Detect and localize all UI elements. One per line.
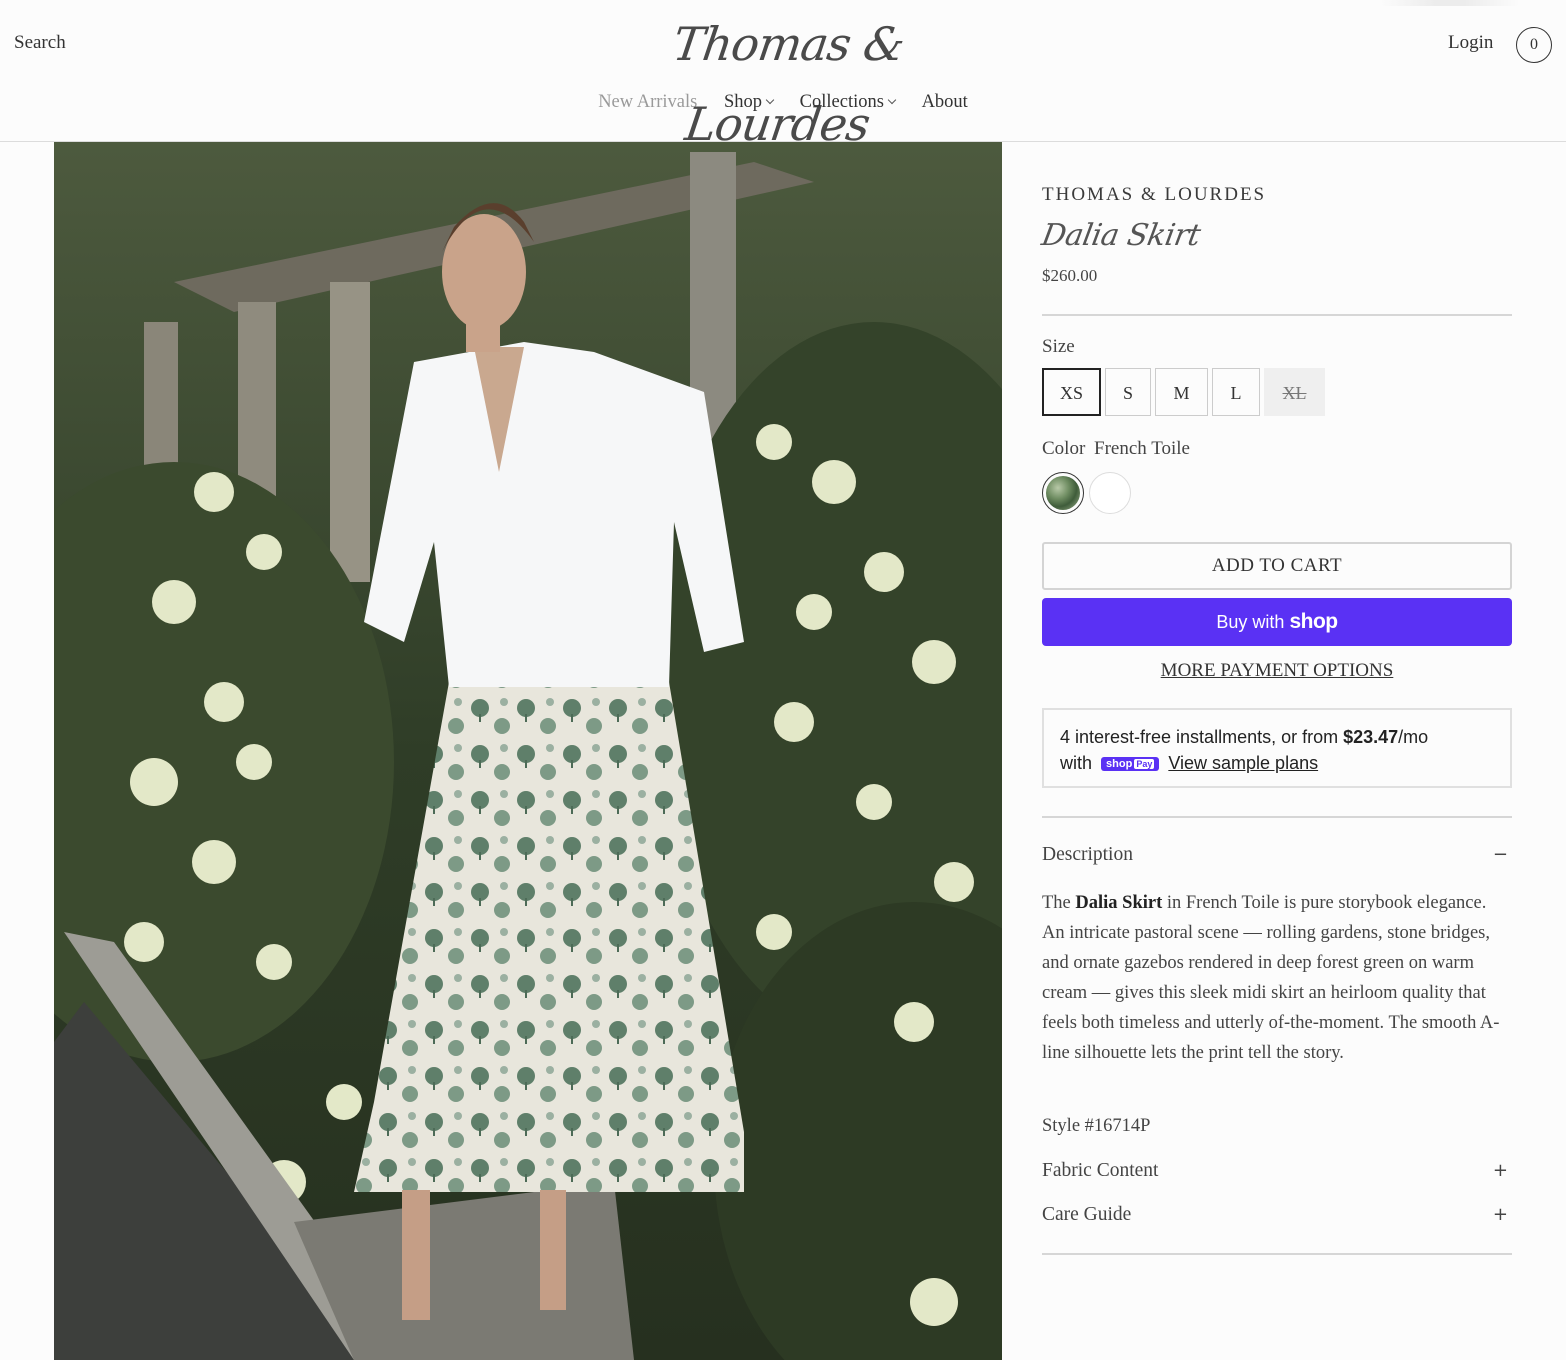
- divider: [1042, 816, 1512, 818]
- style-number: Style #16714P: [1042, 1116, 1151, 1136]
- chevron-down-icon: [887, 95, 897, 105]
- color-value: French Toile: [1094, 438, 1190, 459]
- product-photo: [54, 142, 1002, 1360]
- color-label-text: Color: [1042, 438, 1086, 459]
- care-guide-toggle[interactable]: Care Guide +: [1042, 1204, 1512, 1226]
- size-option-s[interactable]: S: [1105, 368, 1151, 416]
- description-text: The Dalia Skirt in French Toile is pure …: [1042, 888, 1512, 1068]
- installments-amount: $23.47: [1343, 727, 1399, 747]
- chevron-down-icon: [765, 95, 775, 105]
- add-to-cart-button[interactable]: ADD TO CART: [1042, 542, 1512, 590]
- nav-shop[interactable]: Shop: [723, 92, 775, 113]
- size-label: Size: [1042, 336, 1075, 357]
- nav-label: New Arrivals: [598, 92, 698, 112]
- badge-shop: shop: [1106, 758, 1133, 771]
- cart-button[interactable]: 0: [1516, 27, 1552, 63]
- desc-product-name: Dalia Skirt: [1075, 893, 1163, 913]
- size-option-m[interactable]: M: [1155, 368, 1208, 416]
- login-link[interactable]: Login: [1448, 32, 1493, 54]
- search-link[interactable]: Search: [14, 32, 66, 54]
- nav-collections[interactable]: Collections: [799, 92, 897, 113]
- description-heading: Description: [1042, 844, 1133, 865]
- color-label: Color French Toile: [1042, 438, 1190, 460]
- divider: [1042, 314, 1512, 316]
- fabric-heading: Fabric Content: [1042, 1160, 1159, 1181]
- buy-with-shop-button[interactable]: Buy with shop: [1042, 598, 1512, 646]
- logo-text: Thomas & Lourdes: [669, 17, 908, 151]
- shop-logo-icon: shop: [1289, 610, 1338, 633]
- size-option-xl[interactable]: XL: [1264, 368, 1325, 416]
- color-swatch-white[interactable]: [1089, 472, 1131, 514]
- color-swatch-french-toile[interactable]: [1042, 472, 1084, 514]
- site-logo[interactable]: Thomas & Lourdes: [620, 4, 946, 151]
- product-image[interactable]: [54, 142, 1002, 1360]
- plus-icon: +: [1492, 1204, 1508, 1225]
- desc-intro: The: [1042, 893, 1076, 913]
- description-toggle[interactable]: Description −: [1042, 844, 1512, 866]
- more-payment-options-link[interactable]: MORE PAYMENT OPTIONS: [1042, 660, 1512, 682]
- nav-label: About: [921, 92, 968, 112]
- top-highlight: [1380, 0, 1520, 6]
- buy-with-label: Buy with: [1216, 612, 1285, 632]
- product-price: $260.00: [1042, 266, 1098, 285]
- size-option-xs[interactable]: XS: [1042, 368, 1101, 416]
- nav-label: Shop: [723, 92, 763, 112]
- size-option-l[interactable]: L: [1212, 368, 1260, 416]
- installments-per: /mo: [1398, 727, 1429, 747]
- plus-icon: +: [1492, 1160, 1508, 1181]
- nav-about[interactable]: About: [922, 92, 968, 113]
- nav-label: Collections: [799, 92, 884, 112]
- main-nav: New Arrivals Shop Collections About: [0, 92, 1566, 113]
- desc-body: in French Toile is pure storybook elegan…: [1042, 893, 1500, 1063]
- installments-banner: 4 interest-free installments, or from $2…: [1042, 708, 1512, 788]
- divider: [1042, 1253, 1512, 1255]
- product-vendor: THOMAS & LOURDES: [1042, 184, 1267, 205]
- product-title: Dalia Skirt: [1038, 218, 1203, 253]
- installments-text: 4 interest-free installments, or from: [1060, 727, 1344, 747]
- nav-new-arrivals[interactable]: New Arrivals: [598, 92, 697, 113]
- care-heading: Care Guide: [1042, 1204, 1132, 1225]
- site-header: Search Thomas & Lourdes Login 0 New Arri…: [0, 0, 1566, 151]
- shop-pay-icon: shop Pay: [1101, 757, 1160, 772]
- minus-icon: −: [1492, 844, 1508, 865]
- swatch-pattern: [1046, 476, 1080, 510]
- badge-pay: Pay: [1134, 759, 1155, 770]
- installments-with: with: [1060, 753, 1093, 773]
- view-sample-plans-link[interactable]: View sample plans: [1168, 753, 1318, 773]
- fabric-content-toggle[interactable]: Fabric Content +: [1042, 1160, 1512, 1182]
